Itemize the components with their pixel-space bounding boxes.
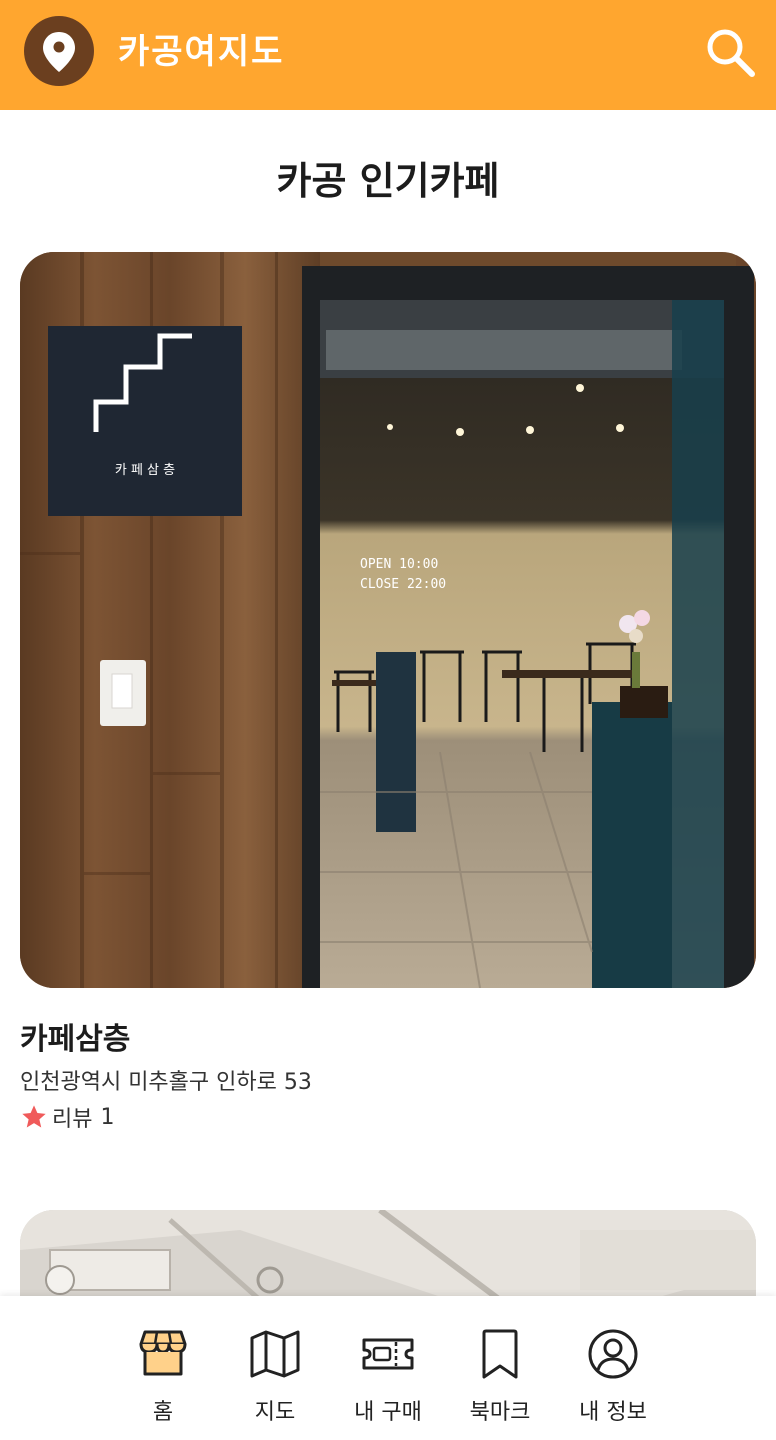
nav-home[interactable]: 홈 (113, 1326, 213, 1426)
shop-icon (139, 1330, 187, 1376)
review-label: 리뷰 (52, 1107, 93, 1132)
nav-bookmark[interactable]: 북마크 (450, 1326, 550, 1426)
cafe-entrance-image: 카 페 삼 층 OPEN 10:00 CLOSE 22:00 (20, 252, 756, 988)
hours-open: OPEN 10:00 (360, 557, 438, 572)
bookmark-icon (482, 1329, 518, 1379)
map-icon (250, 1330, 300, 1378)
review-count: 1 (100, 1104, 115, 1130)
cafe-review: 리뷰 1 (20, 1102, 122, 1132)
app-header: 카공여지도 (0, 0, 776, 110)
section-title: 카공 인기카페 (276, 159, 500, 203)
ticket-icon (362, 1338, 414, 1370)
nav-purchases[interactable]: 내 구매 (338, 1326, 438, 1426)
nav-bookmark-label: 북마크 (469, 1400, 531, 1425)
app-logo[interactable] (24, 16, 94, 86)
search-button[interactable] (702, 24, 758, 80)
nav-map-label: 지도 (254, 1400, 296, 1425)
user-profile-icon (588, 1329, 638, 1379)
hours-close: CLOSE 22:00 (360, 577, 446, 592)
cafe-name[interactable]: 카페삼층 (20, 1014, 130, 1058)
star-icon (22, 1105, 46, 1128)
nav-profile[interactable]: 내 정보 (563, 1326, 663, 1426)
location-pin-icon (43, 32, 75, 72)
bottom-nav: 홈 지도 내 구매 북마크 내 정보 (0, 1296, 776, 1440)
nav-profile-label: 내 정보 (579, 1400, 647, 1425)
sign-text: 카 페 삼 층 (115, 463, 175, 478)
cafe-address: 인천광역시 미추홀구 인하로 53 (20, 1070, 312, 1095)
app-title: 카공여지도 (118, 32, 285, 72)
nav-home-label: 홈 (152, 1400, 174, 1425)
nav-map[interactable]: 지도 (225, 1326, 325, 1426)
search-icon (707, 29, 755, 77)
nav-purchases-label: 내 구매 (354, 1400, 422, 1425)
cafe-photo[interactable]: 카 페 삼 층 OPEN 10:00 CLOSE 22:00 (20, 252, 756, 988)
